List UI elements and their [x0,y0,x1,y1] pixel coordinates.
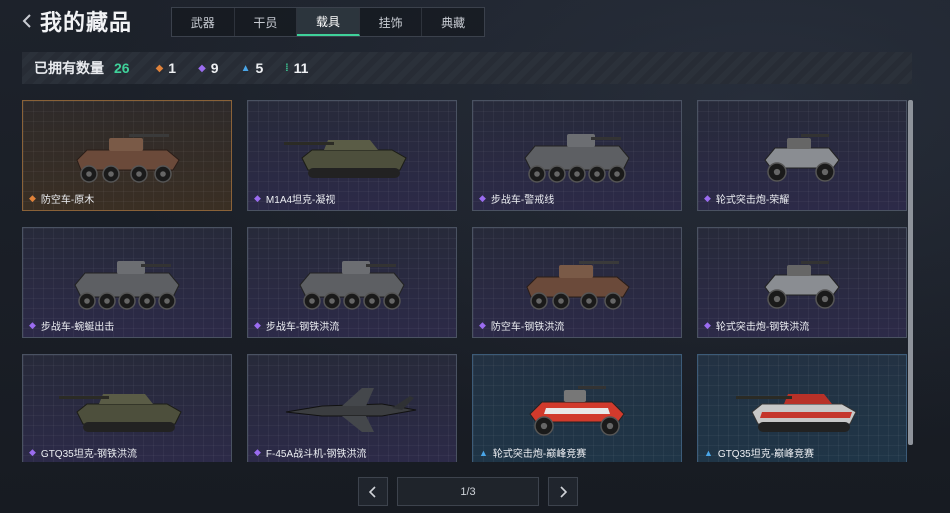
owned-count-label: 已拥有数量 [34,60,104,76]
green-dots-icon: ⁞ [285,62,289,74]
owned-count-bar: 已拥有数量 26 ◆ 1 ◆ 9 ▲ 5 ⁞ 11 [22,52,912,84]
purple-diamond-icon: ◆ [254,193,261,203]
vehicle-image [248,121,456,191]
item-name-row: ◆ GTQ35坦克-钢铁洪流 [29,445,137,460]
orange-diamond-icon: ◆ [29,193,36,203]
rarity-count-orange: ◆ 1 [156,60,177,76]
purple-diamond-icon: ◆ [254,320,261,330]
purple-diamond-icon: ◆ [704,320,711,330]
item-name-row: ◆ 防空车-原木 [29,191,94,206]
item-name: 轮式突击炮-荣耀 [715,195,790,206]
page-header: 我的藏品 [20,6,132,36]
vehicle-image [23,375,231,445]
item-name-row: ▲ 轮式突击炮-巅峰竞赛 [479,445,587,461]
item-name-row: ◆ 防空车-钢铁洪流 [479,318,564,333]
collection-item-card[interactable]: ▲ GTQ35坦克-巅峰竞赛 [697,354,907,462]
tab-label: 干员 [253,15,278,30]
tab-operators[interactable]: 干员 [235,8,298,36]
rarity-count-blue: ▲ 5 [241,60,264,76]
chevron-left-icon [369,485,376,498]
collection-grid: ◆ 防空车-原木 ◆ M1A4坦克-凝视 ◆ 步战车-警戒线 ◆ 轮式突击炮-荣… [22,100,908,462]
owned-count-total: 26 [114,60,130,76]
vehicle-image [473,248,681,318]
tab-label: 挂饰 [378,15,403,30]
item-name: 步战车-蜿蜒出击 [40,322,115,333]
rarity-count-purple: ◆ 9 [198,60,219,76]
collection-item-card[interactable]: ◆ 防空车-钢铁洪流 [472,227,682,338]
item-name: 防空车-钢铁洪流 [490,322,565,333]
item-name: F-45A战斗机-钢铁洪流 [265,449,367,460]
rarity-count-value: 5 [255,60,264,76]
purple-diamond-icon: ◆ [254,447,261,457]
item-name-row: ◆ 步战车-钢铁洪流 [254,318,339,333]
vehicle-image [698,375,906,445]
item-name-row: ▲ GTQ35坦克-巅峰竞赛 [704,445,815,461]
collection-item-card[interactable]: ◆ F-45A战斗机-钢铁洪流 [247,354,457,462]
rarity-count-value: 11 [293,60,309,76]
page-title: 我的藏品 [40,10,133,35]
rarity-count-green: ⁞ 11 [285,60,308,76]
collection-item-card[interactable]: ◆ 步战车-警戒线 [472,100,682,211]
item-name: 轮式突击炮-钢铁洪流 [715,322,810,333]
back-chevron-icon[interactable] [20,14,34,28]
scrollbar[interactable] [908,100,913,445]
purple-diamond-icon: ◆ [479,320,486,330]
tab-label: 载具 [315,14,340,29]
collection-item-card[interactable]: ◆ 轮式突击炮-钢铁洪流 [697,227,907,338]
blue-triangle-icon: ▲ [240,62,251,74]
chevron-right-icon [560,485,567,498]
category-tabs: 武器 干员 载具 挂饰 典藏 [171,7,485,37]
collection-item-card[interactable]: ▲ 轮式突击炮-巅峰竞赛 [472,354,682,462]
vehicle-image [23,121,231,191]
item-name: M1A4坦克-凝视 [265,195,336,206]
rarity-count-value: 1 [168,60,177,76]
collection-item-card[interactable]: ◆ GTQ35坦克-钢铁洪流 [22,354,232,462]
purple-diamond-icon: ◆ [704,193,711,203]
item-name: GTQ35坦克-巅峰竞赛 [717,449,815,460]
blue-triangle-icon: ▲ [704,447,713,458]
prev-page-button[interactable] [358,477,388,506]
purple-diamond-icon: ◆ [479,193,486,203]
vehicle-image [473,375,681,445]
item-name: GTQ35坦克-钢铁洪流 [40,449,138,460]
rarity-count-value: 9 [210,60,219,76]
item-name-row: ◆ M1A4坦克-凝视 [254,191,335,206]
tab-weapons[interactable]: 武器 [172,8,235,36]
purple-diamond-icon: ◆ [29,447,36,457]
item-name: 防空车-原木 [40,195,95,206]
vehicle-image [698,121,906,191]
collection-item-card[interactable]: ◆ M1A4坦克-凝视 [247,100,457,211]
item-name: 步战车-警戒线 [490,195,555,206]
item-name-row: ◆ F-45A战斗机-钢铁洪流 [254,445,366,460]
vehicle-image [473,121,681,191]
orange-diamond-icon: ◆ [155,62,164,74]
collection-item-card[interactable]: ◆ 步战车-钢铁洪流 [247,227,457,338]
tab-vehicles[interactable]: 载具 [297,8,360,36]
collection-item-card[interactable]: ◆ 防空车-原木 [22,100,232,211]
tab-collection[interactable]: 典藏 [422,8,484,36]
item-name-row: ◆ 步战车-警戒线 [479,191,554,206]
blue-triangle-icon: ▲ [479,447,488,458]
purple-diamond-icon: ◆ [29,320,36,330]
vehicle-image [23,248,231,318]
vehicle-image [248,375,456,445]
vehicle-image [248,248,456,318]
collection-item-card[interactable]: ◆ 轮式突击炮-荣耀 [697,100,907,211]
purple-diamond-icon: ◆ [198,62,206,74]
item-name: 步战车-钢铁洪流 [265,322,340,333]
item-name: 轮式突击炮-巅峰竞赛 [492,449,587,460]
item-name-row: ◆ 轮式突击炮-钢铁洪流 [704,318,809,333]
page-indicator: 1/3 [397,477,539,506]
item-name-row: ◆ 轮式突击炮-荣耀 [704,191,789,206]
collection-item-card[interactable]: ◆ 步战车-蜿蜒出击 [22,227,232,338]
vehicle-image [698,248,906,318]
next-page-button[interactable] [548,477,578,506]
tab-label: 武器 [190,15,215,30]
tab-label: 典藏 [441,15,466,30]
item-name-row: ◆ 步战车-蜿蜒出击 [29,318,114,333]
tab-charms[interactable]: 挂饰 [360,8,423,36]
